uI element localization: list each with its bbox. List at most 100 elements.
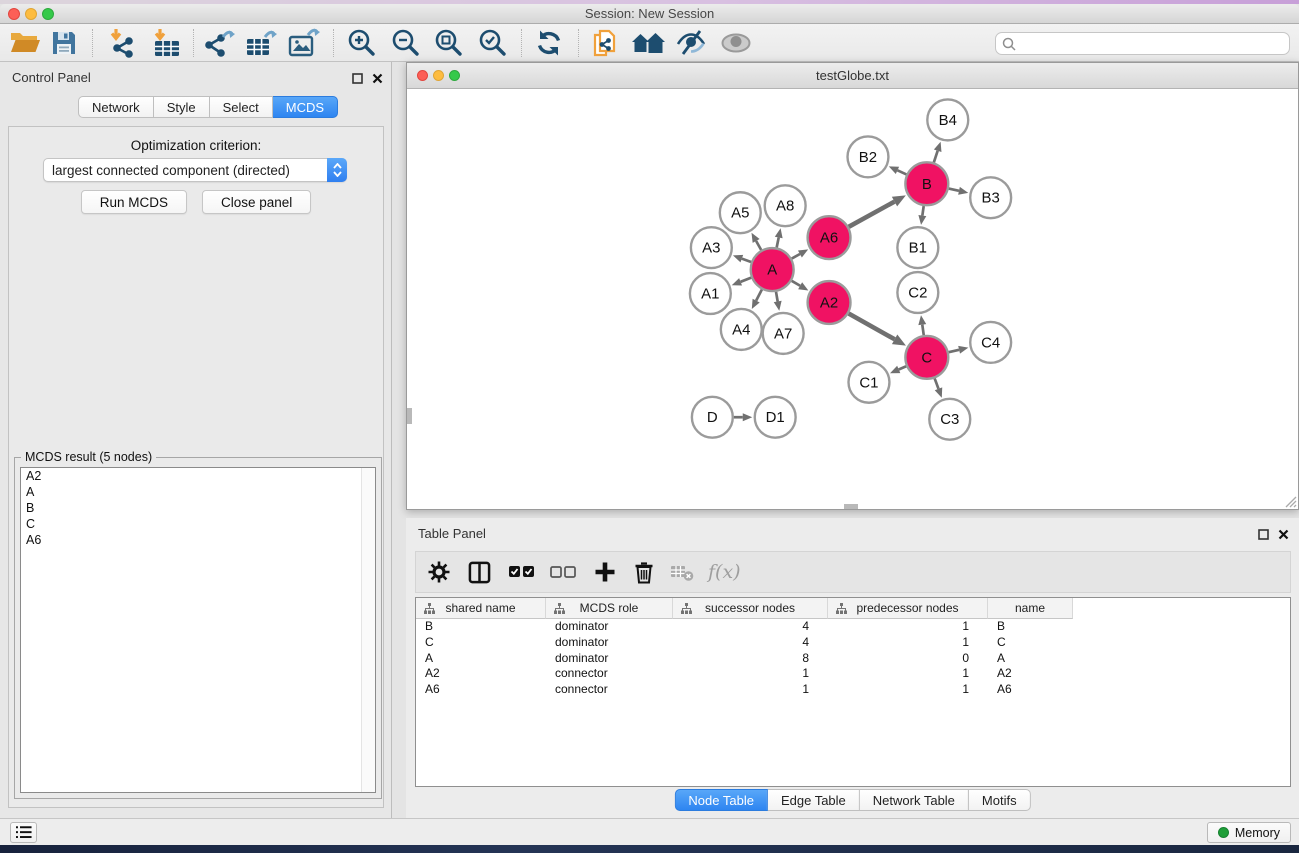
import-network-icon[interactable] xyxy=(104,27,140,59)
select-all-checkboxes-icon[interactable] xyxy=(509,557,535,587)
cell-mcds_role: dominator xyxy=(546,635,673,651)
mcds-result-item[interactable]: B xyxy=(21,500,375,516)
column-header-successor-nodes[interactable]: successor nodes xyxy=(673,598,828,619)
graph-edge-B-B3[interactable] xyxy=(949,189,959,191)
tab-select[interactable]: Select xyxy=(210,96,273,118)
memory-button[interactable]: Memory xyxy=(1207,822,1291,843)
show-columns-icon[interactable] xyxy=(468,557,491,587)
canvas-horizontal-scrollbar[interactable] xyxy=(844,504,858,509)
close-panel-icon[interactable] xyxy=(372,71,383,89)
network-from-file-icon[interactable] xyxy=(588,27,624,59)
window-resize-grip[interactable] xyxy=(1283,494,1297,508)
mcds-result-item[interactable]: A2 xyxy=(21,468,375,484)
network-canvas[interactable]: B4B2BB3A8A5A6A3B1AC2A1A2A4A7C4CC1DD1C3 xyxy=(407,89,1298,509)
graph-edge-A-A2[interactable] xyxy=(792,281,801,286)
float-panel-icon[interactable] xyxy=(352,71,363,89)
graph-node-label: C1 xyxy=(859,374,878,391)
hide-view-icon[interactable] xyxy=(673,27,709,59)
control-panel-title: Control Panel xyxy=(12,70,91,85)
cell-name: B xyxy=(988,619,1073,635)
column-header-MCDS-role[interactable]: MCDS role xyxy=(546,598,673,619)
graph-edge-C-C3[interactable] xyxy=(935,378,939,388)
edge-arrowhead xyxy=(774,301,782,311)
table-row[interactable]: A6connector11A6 xyxy=(416,682,1290,698)
tab-node-table[interactable]: Node Table xyxy=(674,789,768,811)
graph-node-label: B1 xyxy=(909,240,927,257)
graph-edge-A-A1[interactable] xyxy=(741,278,752,282)
edge-arrowhead xyxy=(732,278,742,285)
save-session-icon[interactable] xyxy=(46,27,82,59)
cell-mcds_role: dominator xyxy=(546,651,673,667)
float-table-panel-icon[interactable] xyxy=(1258,527,1269,545)
zoom-out-icon[interactable] xyxy=(387,27,423,59)
column-header-shared-name[interactable]: shared name xyxy=(416,598,546,619)
table-settings-icon[interactable] xyxy=(427,557,451,587)
mcds-result-item[interactable]: C xyxy=(21,516,375,532)
tab-style[interactable]: Style xyxy=(154,96,210,118)
search-input[interactable] xyxy=(1021,36,1283,51)
canvas-vertical-scrollbar[interactable] xyxy=(407,408,412,424)
graph-edge-A6-B[interactable] xyxy=(849,202,895,227)
export-table-icon[interactable] xyxy=(243,27,279,59)
graph-node-label: A3 xyxy=(702,240,720,257)
graph-edge-C-C4[interactable] xyxy=(949,350,959,352)
run-mcds-button[interactable]: Run MCDS xyxy=(81,190,187,214)
graph-edge-B-B1[interactable] xyxy=(922,206,923,216)
show-view-icon[interactable] xyxy=(718,27,754,59)
graph-edge-C-C1[interactable] xyxy=(899,366,906,369)
graph-edge-A-A7[interactable] xyxy=(776,292,778,302)
mcds-result-list[interactable]: A2ABCA6 xyxy=(20,467,376,793)
tab-network[interactable]: Network xyxy=(78,96,154,118)
mcds-result-legend: MCDS result (5 nodes) xyxy=(21,450,156,464)
open-session-icon[interactable] xyxy=(7,27,43,59)
delete-column-icon[interactable] xyxy=(633,557,655,587)
table-row[interactable]: Cdominator41C xyxy=(416,635,1290,651)
close-table-panel-icon[interactable] xyxy=(1278,527,1289,545)
graph-edge-A2-C[interactable] xyxy=(849,313,895,339)
export-network-icon[interactable] xyxy=(201,27,237,59)
graph-edge-B-B4[interactable] xyxy=(934,151,938,163)
zoom-fit-icon[interactable] xyxy=(430,27,466,59)
cell-successor_nodes: 1 xyxy=(673,682,828,698)
deselect-all-checkboxes-icon[interactable] xyxy=(550,557,576,587)
tab-mcds[interactable]: MCDS xyxy=(273,96,338,118)
network-window-title: testGlobe.txt xyxy=(407,63,1298,89)
export-image-icon[interactable] xyxy=(286,27,322,59)
table-panel: Table Panel f(x) shared nameMCDS rolesuc… xyxy=(406,518,1299,818)
column-header-predecessor-nodes[interactable]: predecessor nodes xyxy=(828,598,988,619)
cell-predecessor_nodes: 1 xyxy=(828,682,988,698)
graph-edge-C-C2[interactable] xyxy=(922,325,923,335)
mcds-result-item[interactable]: A6 xyxy=(21,532,375,548)
import-table-icon[interactable] xyxy=(148,27,184,59)
tab-network-table[interactable]: Network Table xyxy=(860,789,969,811)
list-scrollbar[interactable] xyxy=(361,468,375,792)
task-history-button[interactable] xyxy=(10,822,37,843)
graph-edge-A-A6[interactable] xyxy=(792,254,800,259)
graph-edge-A-A3[interactable] xyxy=(742,259,751,262)
table-row[interactable]: A2connector11A2 xyxy=(416,666,1290,682)
graph-edge-A-A5[interactable] xyxy=(756,241,761,250)
zoom-in-icon[interactable] xyxy=(343,27,379,59)
graph-node-label: A2 xyxy=(820,294,838,311)
mcds-result-box: MCDS result (5 nodes) A2ABCA6 xyxy=(14,457,382,799)
table-row[interactable]: Bdominator41B xyxy=(416,619,1290,635)
mcds-tab-content: Optimization criterion: largest connecte… xyxy=(8,126,384,808)
close-panel-button[interactable]: Close panel xyxy=(202,190,311,214)
tab-edge-table[interactable]: Edge Table xyxy=(768,789,860,811)
edge-arrowhead xyxy=(918,315,926,325)
zoom-selected-icon[interactable] xyxy=(474,27,510,59)
refresh-view-icon[interactable] xyxy=(531,27,567,59)
search-field[interactable] xyxy=(995,32,1290,55)
function-builder-icon: f(x) xyxy=(708,557,741,587)
table-row[interactable]: Adominator80A xyxy=(416,651,1290,667)
mcds-result-item[interactable]: A xyxy=(21,484,375,500)
graph-edge-A-A8[interactable] xyxy=(777,237,779,247)
cell-mcds_role: connector xyxy=(546,666,673,682)
graph-edge-A-A4[interactable] xyxy=(756,290,762,301)
column-header-name[interactable]: name xyxy=(988,598,1073,619)
add-column-icon[interactable] xyxy=(594,557,616,587)
graph-edge-B-B2[interactable] xyxy=(897,170,906,174)
criterion-dropdown[interactable]: largest connected component (directed) xyxy=(43,158,347,182)
tab-motifs[interactable]: Motifs xyxy=(969,789,1031,811)
home-icon[interactable] xyxy=(630,27,666,59)
